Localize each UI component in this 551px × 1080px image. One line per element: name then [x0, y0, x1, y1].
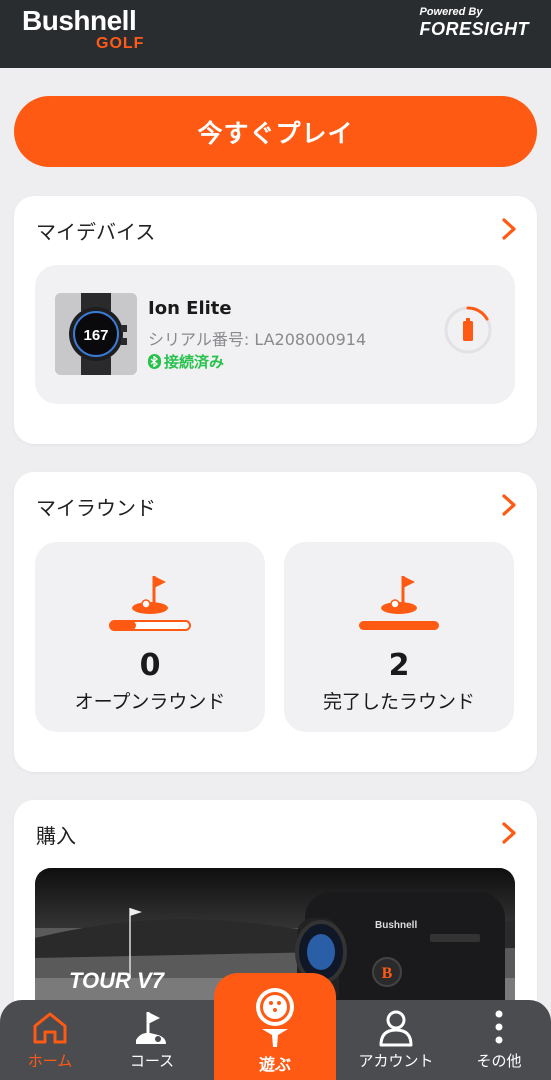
- play-now-button[interactable]: 今すぐプレイ: [14, 96, 537, 167]
- tab-play-label: 遊ぶ: [258, 1055, 291, 1074]
- chevron-right-icon[interactable]: [501, 822, 517, 844]
- promo-product-text: TOUR V7: [69, 968, 166, 993]
- open-rounds-label: オープンラウンド: [74, 691, 226, 713]
- watch-image: 167: [55, 293, 137, 375]
- open-rounds-tile[interactable]: 0 オープンラウンド: [35, 542, 265, 732]
- foresight-logo: Powered By FORESIGHT: [419, 6, 529, 39]
- bluetooth-icon: [148, 354, 161, 369]
- completed-rounds-count: 2: [388, 648, 410, 683]
- golf-course-flag-icon: [136, 1012, 166, 1044]
- tab-play[interactable]: 遊ぶ: [214, 973, 336, 1080]
- tab-account[interactable]: アカウント: [348, 1000, 444, 1080]
- bushnell-golf-logo: Bushnell GOLF: [22, 6, 144, 52]
- my-devices-title: マイデバイス: [36, 220, 156, 244]
- completed-rounds-tile[interactable]: 2 完了したラウンド: [284, 542, 514, 732]
- open-rounds-count: 0: [139, 648, 161, 683]
- tab-home-label: ホーム: [27, 1052, 73, 1070]
- more-vertical-icon: [495, 1010, 503, 1044]
- chevron-right-icon[interactable]: [501, 494, 517, 516]
- home-icon: [33, 1012, 67, 1044]
- app-header: Bushnell GOLF Powered By FORESIGHT: [0, 0, 551, 68]
- brand-sub: GOLF: [96, 35, 145, 52]
- device-name: Ion Elite: [148, 298, 232, 319]
- chevron-right-icon[interactable]: [501, 218, 517, 240]
- watch-face-number: 167: [83, 327, 108, 344]
- powered-by-text: Powered By: [419, 6, 483, 18]
- partner-logo-text: FORESIGHT: [419, 19, 529, 39]
- svg-text:B: B: [382, 965, 393, 982]
- tab-course-label: コース: [129, 1052, 175, 1070]
- tab-more[interactable]: その他: [460, 1000, 538, 1080]
- tab-more-label: その他: [476, 1052, 522, 1070]
- my-rounds-card: マイラウンド 0 オープンラウンド 2 完了したラウンド: [14, 472, 537, 772]
- account-icon: [379, 1010, 413, 1047]
- purchase-title: 購入: [36, 824, 76, 848]
- my-devices-card: マイデバイス 167 Ion Elite シリアル番号: LA208000914…: [14, 196, 537, 444]
- brand-name: Bushnell: [22, 5, 137, 36]
- tab-home[interactable]: ホーム: [10, 1000, 90, 1080]
- device-status-text: 接続済み: [164, 353, 225, 371]
- completed-rounds-label: 完了したラウンド: [322, 691, 475, 713]
- device-item[interactable]: 167 Ion Elite シリアル番号: LA208000914 接続済み: [35, 265, 515, 404]
- device-serial: シリアル番号: LA208000914: [148, 330, 367, 349]
- battery-low-icon: [444, 306, 492, 354]
- device-brand-text: Bushnell: [375, 920, 417, 931]
- tab-account-label: アカウント: [358, 1052, 434, 1070]
- tab-course[interactable]: コース: [112, 1000, 192, 1080]
- my-rounds-title: マイラウンド: [36, 496, 156, 520]
- golf-ball-tee-icon: [256, 988, 294, 1047]
- device-status: 接続済み: [148, 351, 224, 372]
- completed-round-flag-icon: [359, 576, 439, 630]
- open-round-flag-icon: [109, 576, 191, 631]
